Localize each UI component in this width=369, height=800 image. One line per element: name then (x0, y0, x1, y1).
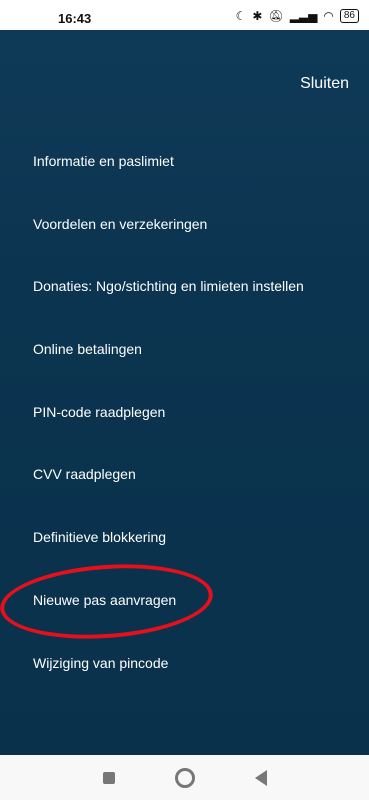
menu-item-donaties[interactable]: Donaties: Ngo/stichting en limieten inst… (33, 278, 304, 294)
system-icons: ☾ ✱ 🔕︎ ▂▃▅ ◠ 86 (236, 9, 359, 23)
home-icon[interactable] (174, 767, 195, 788)
back-icon[interactable] (254, 769, 267, 786)
menu-item-definitieve-blokkering[interactable]: Definitieve blokkering (33, 529, 166, 545)
android-nav-bar (0, 755, 369, 800)
battery-icon: 86 (339, 9, 359, 23)
status-time: 16:43 (58, 11, 92, 26)
menu-item-online-betalingen[interactable]: Online betalingen (33, 341, 142, 357)
menu-item-voordelen[interactable]: Voordelen en verzekeringen (33, 216, 207, 232)
moon-icon: ☾ (235, 9, 247, 23)
signal-icon: ▂▃▅ (289, 9, 318, 23)
status-bar: 16:43 ☾ ✱ 🔕︎ ▂▃▅ ◠ 86 (0, 0, 369, 30)
menu-panel: Sluiten Informatie en paslimiet Voordele… (0, 30, 369, 755)
menu-item-wijziging-pincode[interactable]: Wijziging van pincode (33, 655, 168, 671)
close-button[interactable]: Sluiten (300, 75, 349, 93)
menu-item-nieuwe-pas[interactable]: Nieuwe pas aanvragen (33, 592, 176, 608)
bluetooth-icon: ✱ (252, 9, 263, 23)
menu-item-cvv-raadplegen[interactable]: CVV raadplegen (33, 466, 136, 482)
muted-bell-icon: 🔕︎ (268, 9, 284, 23)
menu-item-informatie[interactable]: Informatie en paslimiet (33, 153, 174, 169)
recents-icon[interactable] (102, 771, 115, 784)
wifi-icon: ◠ (323, 9, 334, 23)
menu-item-pin-raadplegen[interactable]: PIN-code raadplegen (33, 404, 165, 420)
